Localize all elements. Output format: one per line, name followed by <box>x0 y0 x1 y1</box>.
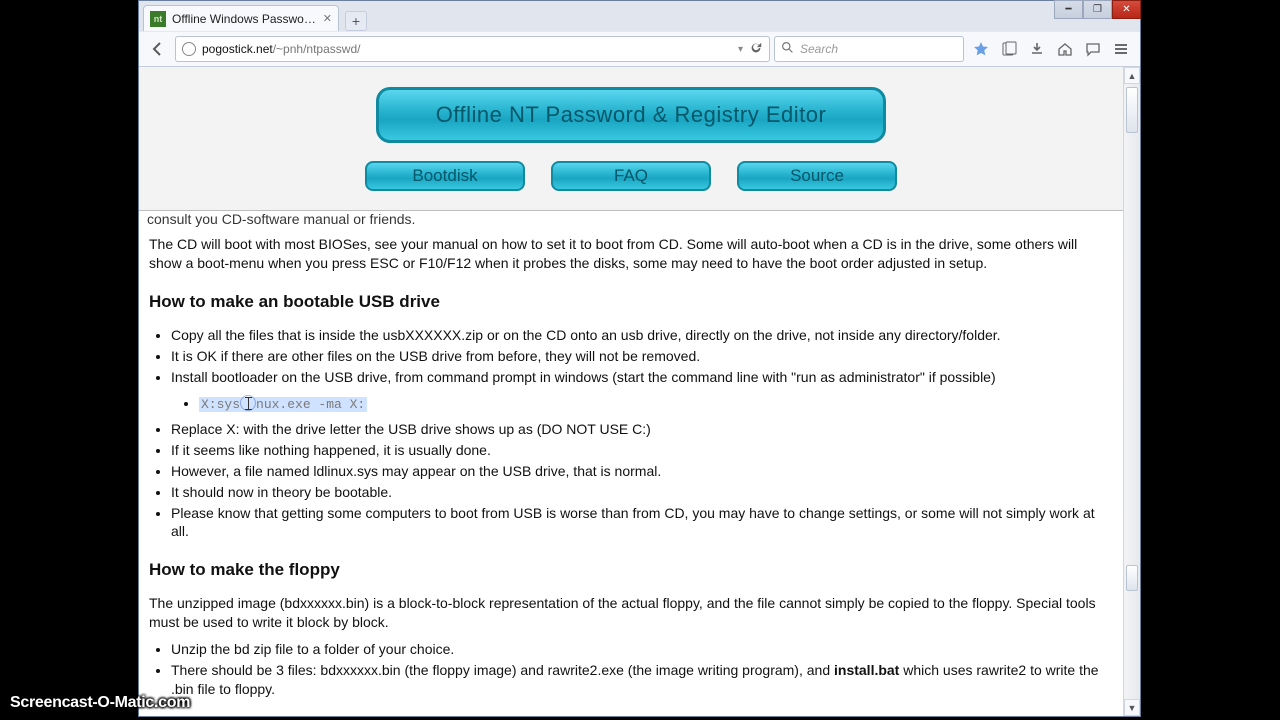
list-item: Install bootloader on the USB drive, fro… <box>171 368 1113 387</box>
nav-source[interactable]: Source <box>737 161 897 191</box>
scroll-down-icon[interactable]: ▼ <box>1124 699 1140 716</box>
page-content: The CD will boot with most BIOSes, see y… <box>139 235 1123 716</box>
list-item: Unzip the bd zip file to a folder of you… <box>171 640 1113 659</box>
minimize-button[interactable]: ━ <box>1054 0 1083 19</box>
address-bar[interactable]: pogostick.net/~pnh/ntpasswd/ ▾ <box>175 36 770 62</box>
bookmark-star-icon[interactable] <box>968 36 994 62</box>
search-bar[interactable]: Search <box>774 36 964 62</box>
tab-title: Offline Windows Password... <box>172 12 319 26</box>
navigation-toolbar: pogostick.net/~pnh/ntpasswd/ ▾ Search <box>139 31 1140 67</box>
nav-bootdisk[interactable]: Bootdisk <box>365 161 525 191</box>
history-dropdown-icon[interactable]: ▾ <box>738 44 743 55</box>
menu-icon[interactable] <box>1108 36 1134 62</box>
site-header: Offline NT Password & Registry Editor Bo… <box>139 67 1123 211</box>
browser-tab[interactable]: nt Offline Windows Password... ✕ <box>143 5 339 31</box>
paragraph: The unzipped image (bdxxxxxx.bin) is a b… <box>149 594 1113 632</box>
list-item: Replace X: with the drive letter the USB… <box>171 420 1113 439</box>
back-button[interactable] <box>145 36 171 62</box>
text-cursor-icon <box>240 395 256 411</box>
list-item: It should now in theory be bootable. <box>171 483 1113 502</box>
watermark: Screencast-O-Matic.com <box>10 694 190 712</box>
site-identity-icon[interactable] <box>182 42 196 56</box>
favicon-icon: nt <box>150 11 166 27</box>
list-item: However, a file named ldlinux.sys may ap… <box>171 462 1113 481</box>
site-title: Offline NT Password & Registry Editor <box>376 87 886 143</box>
vertical-scrollbar[interactable]: ▲ ▼ <box>1123 67 1140 716</box>
search-placeholder: Search <box>800 42 838 56</box>
search-icon <box>781 41 794 57</box>
new-tab-button[interactable]: + <box>345 11 367 31</box>
list-item: There should be 3 files: bdxxxxxx.bin (t… <box>171 661 1113 699</box>
list-item: Please know that getting some computers … <box>171 504 1113 542</box>
heading-floppy: How to make the floppy <box>149 559 1113 582</box>
nav-faq[interactable]: FAQ <box>551 161 711 191</box>
truncated-line: consult you CD-software manual or friend… <box>139 211 1123 227</box>
code-list-item: X:sysnux.exe -ma X: <box>199 392 1113 414</box>
maximize-button[interactable]: ❐ <box>1083 0 1112 19</box>
tab-close-icon[interactable]: ✕ <box>323 12 332 25</box>
home-icon[interactable] <box>1052 36 1078 62</box>
chat-icon[interactable] <box>1080 36 1106 62</box>
scroll-up-icon[interactable]: ▲ <box>1124 67 1140 84</box>
scroll-thumb-header[interactable] <box>1126 87 1138 133</box>
usb-list: Copy all the files that is inside the us… <box>171 326 1113 542</box>
tab-strip: nt Offline Windows Password... ✕ + <box>139 1 1140 31</box>
close-window-button[interactable]: ✕ <box>1112 0 1141 19</box>
code-command[interactable]: X:sysnux.exe -ma X: <box>199 397 367 412</box>
reading-list-icon[interactable] <box>996 36 1022 62</box>
scroll-thumb[interactable] <box>1126 565 1138 591</box>
heading-usb: How to make an bootable USB drive <box>149 291 1113 314</box>
downloads-icon[interactable] <box>1024 36 1050 62</box>
paragraph: The CD will boot with most BIOSes, see y… <box>149 235 1113 273</box>
list-item: Copy all the files that is inside the us… <box>171 326 1113 345</box>
list-item: It is OK if there are other files on the… <box>171 347 1113 366</box>
browser-window: ━ ❐ ✕ nt Offline Windows Password... ✕ +… <box>138 0 1141 717</box>
page-viewport: Offline NT Password & Registry Editor Bo… <box>139 67 1140 716</box>
url-text: pogostick.net/~pnh/ntpasswd/ <box>202 42 732 56</box>
list-item: If it seems like nothing happened, it is… <box>171 441 1113 460</box>
reload-button[interactable] <box>749 41 763 58</box>
floppy-list: Unzip the bd zip file to a folder of you… <box>171 640 1113 699</box>
